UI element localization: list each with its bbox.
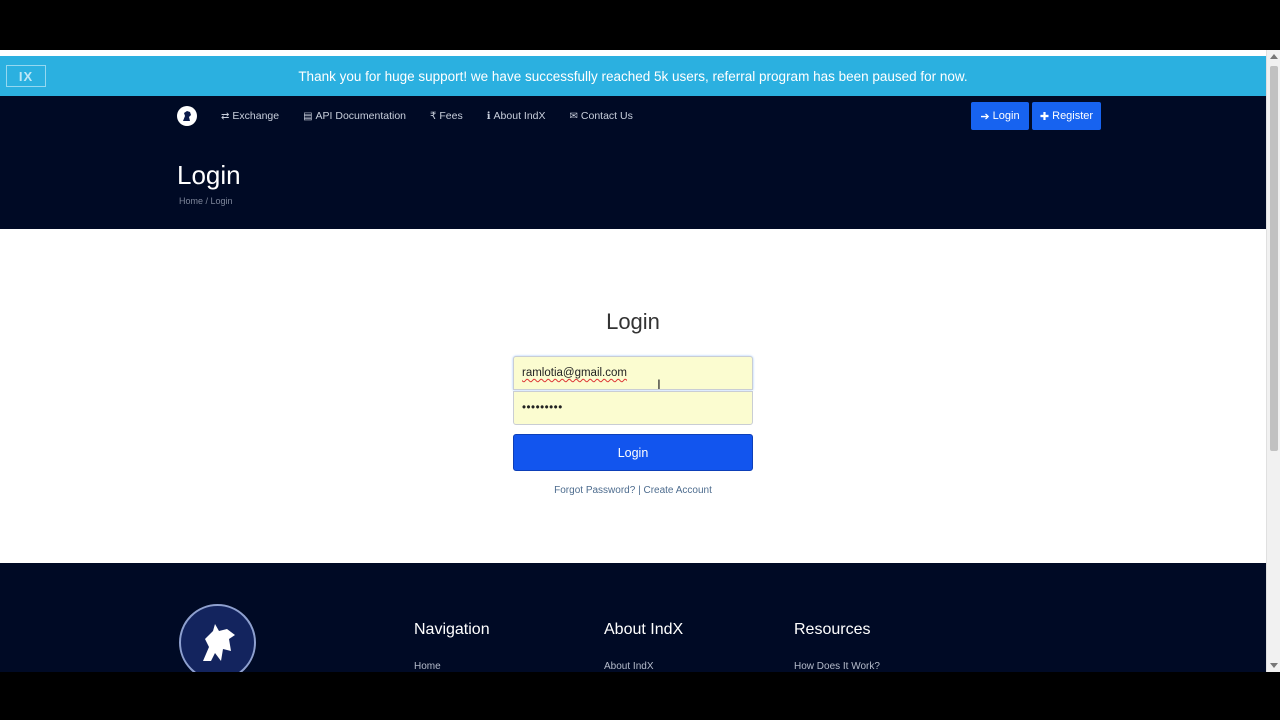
header: ⇄ Exchange ▤ API Documentation ₹ Fees ℹ … — [0, 96, 1266, 229]
link-separator: | — [638, 485, 641, 496]
footer-col-title: Navigation — [414, 621, 490, 638]
footer-col-resources: Resources How Does It Work? — [794, 621, 880, 672]
exchange-icon: ⇄ — [221, 110, 230, 122]
footer-col-title: About IndX — [604, 621, 684, 638]
unicorn-logo-icon[interactable] — [177, 106, 197, 126]
login-form-title: Login — [606, 309, 660, 334]
header-register-label: Register — [1052, 110, 1094, 122]
envelope-icon: ✉ — [569, 110, 578, 122]
screen-top-border — [0, 0, 1280, 50]
rupee-icon: ₹ — [430, 110, 437, 122]
nav-item-about[interactable]: ℹ About IndX — [487, 110, 546, 122]
browser-viewport: IX Thank you for huge support! we have s… — [0, 50, 1280, 672]
screen-bottom-border — [0, 672, 1280, 720]
nav-item-contact[interactable]: ✉ Contact Us — [570, 110, 633, 122]
nav-item-label: API Documentation — [315, 110, 407, 122]
nav-item-label: About IndX — [493, 110, 546, 122]
text-cursor-icon: I — [657, 376, 661, 392]
footer-col-navigation: Navigation Home — [414, 621, 490, 672]
top-nav: ⇄ Exchange ▤ API Documentation ₹ Fees ℹ … — [177, 106, 1101, 126]
nav-item-api-documentation[interactable]: ▤ API Documentation — [303, 110, 406, 122]
nav-item-exchange[interactable]: ⇄ Exchange — [221, 110, 279, 122]
nav-item-label: Exchange — [232, 110, 280, 122]
nav-item-label: Fees — [439, 110, 463, 122]
info-icon: ℹ — [486, 110, 491, 122]
footer-col-about: About IndX About IndX — [604, 621, 683, 672]
password-value: ••••••••• — [522, 402, 563, 414]
footer-link-home[interactable]: Home — [414, 661, 490, 672]
horse-icon — [202, 623, 235, 661]
horse-icon — [183, 111, 191, 121]
announcement-bar: IX Thank you for huge support! we have s… — [0, 56, 1266, 96]
scroll-up-arrow-icon[interactable] — [1270, 54, 1278, 59]
nav-item-label: Contact Us — [580, 110, 633, 122]
vertical-scrollbar[interactable] — [1266, 50, 1280, 672]
header-login-label: Login — [992, 110, 1020, 122]
footer-col-title: Resources — [794, 621, 871, 638]
email-field[interactable]: ramlotia@gmail.com — [513, 356, 753, 390]
header-login-button[interactable]: ➔ Login — [971, 102, 1029, 130]
announcement-text: Thank you for huge support! we have succ… — [298, 68, 968, 84]
forgot-password-link[interactable]: Forgot Password? — [554, 485, 635, 496]
nav-item-fees[interactable]: ₹ Fees — [430, 110, 463, 122]
create-account-link[interactable]: Create Account — [643, 485, 711, 496]
password-field[interactable]: ••••••••• — [513, 391, 753, 425]
login-submit-button[interactable]: Login — [513, 434, 753, 471]
footer-unicorn-logo — [179, 604, 256, 672]
email-value: ramlotia@gmail.com — [522, 367, 627, 379]
plus-icon: ✚ — [1039, 110, 1050, 123]
sign-in-icon: ➔ — [980, 110, 990, 123]
book-icon: ▤ — [303, 110, 313, 122]
page-title: Login — [177, 160, 241, 190]
indx-small-logo: IX — [6, 65, 46, 87]
auth-links: Forgot Password? | Create Account — [513, 485, 753, 496]
scroll-thumb[interactable] — [1270, 66, 1278, 451]
footer-link-how-it-works[interactable]: How Does It Work? — [794, 661, 880, 672]
footer: Navigation Home About IndX About IndX Re… — [0, 563, 1266, 672]
header-register-button[interactable]: ✚ Register — [1032, 102, 1101, 130]
footer-link-about[interactable]: About IndX — [604, 661, 683, 672]
scroll-down-arrow-icon[interactable] — [1270, 663, 1278, 668]
breadcrumb[interactable]: Home / Login — [179, 196, 233, 206]
